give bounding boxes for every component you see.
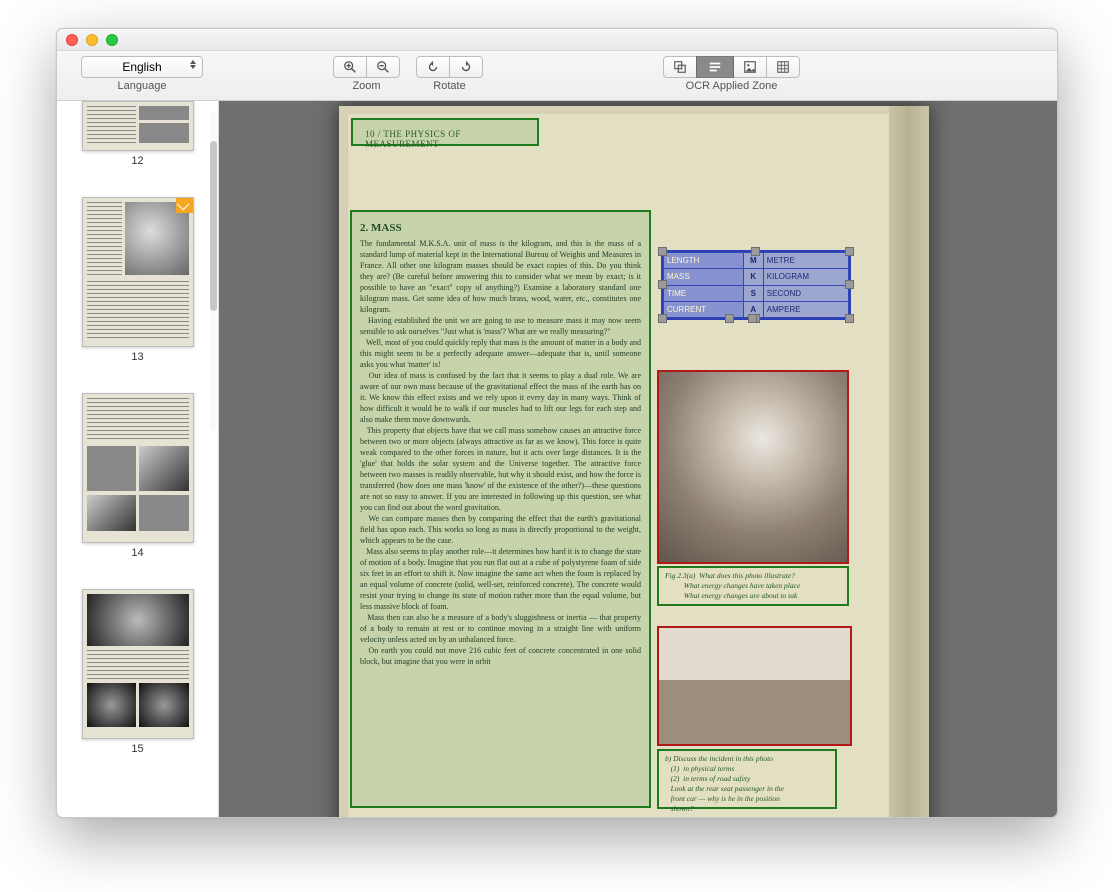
rotate-left-button[interactable]: [416, 56, 449, 78]
content-area: 12 13: [57, 101, 1057, 817]
titlebar: [57, 29, 1057, 51]
thumbnail-sidebar[interactable]: 12 13: [57, 101, 219, 817]
chevron-updown-icon: [190, 60, 196, 69]
page-spine: [889, 106, 929, 817]
rotate-left-icon: [426, 60, 440, 74]
ocr-zone-table-button[interactable]: [766, 56, 800, 78]
thumbnail-label: 13: [131, 351, 143, 363]
select-zone-icon: [673, 60, 687, 74]
zoom-out-button[interactable]: [366, 56, 400, 78]
ocr-zone-label: OCR Applied Zone: [686, 80, 778, 92]
table-zone-icon: [776, 60, 790, 74]
page-surface: [347, 114, 889, 817]
page-viewer[interactable]: 10 / THE PHYSICS OF MEASUREMENT 2. MASS …: [219, 101, 1057, 817]
rotate-right-button[interactable]: [449, 56, 483, 78]
app-window: English Language Zoom: [56, 28, 1058, 818]
sidebar-scrollbar-thumb[interactable]: [210, 141, 217, 311]
fullscreen-window-button[interactable]: [106, 34, 118, 46]
zoom-out-icon: [376, 60, 390, 74]
ocr-zone-image-button[interactable]: [734, 56, 766, 78]
zoom-in-icon: [343, 60, 357, 74]
ocr-zone-select-button[interactable]: [663, 56, 696, 78]
edit-badge-icon: [176, 197, 194, 213]
ocr-zone-text-button[interactable]: [696, 56, 734, 78]
thumbnail-label: 14: [131, 547, 143, 559]
minimize-window-button[interactable]: [86, 34, 98, 46]
thumbnail-label: 12: [131, 155, 143, 167]
thumbnail-item[interactable]: 15: [65, 589, 210, 755]
thumbnail-item[interactable]: 14: [65, 393, 210, 559]
rotate-label: Rotate: [433, 80, 465, 92]
close-window-button[interactable]: [66, 34, 78, 46]
text-zone-icon: [708, 60, 722, 74]
document-page[interactable]: 10 / THE PHYSICS OF MEASUREMENT 2. MASS …: [339, 106, 929, 817]
toolbar: English Language Zoom: [57, 51, 1057, 101]
thumbnail-item[interactable]: 13: [65, 197, 210, 363]
zoom-label: Zoom: [352, 80, 380, 92]
thumbnail-label: 15: [131, 743, 143, 755]
rotate-right-icon: [459, 60, 473, 74]
sidebar-scrollbar[interactable]: [210, 111, 217, 431]
thumbnail-item[interactable]: 12: [65, 101, 210, 167]
image-zone-icon: [743, 60, 757, 74]
language-label: Language: [118, 80, 167, 92]
zoom-in-button[interactable]: [333, 56, 366, 78]
language-select[interactable]: English: [81, 56, 203, 78]
language-select-value: English: [122, 60, 161, 74]
